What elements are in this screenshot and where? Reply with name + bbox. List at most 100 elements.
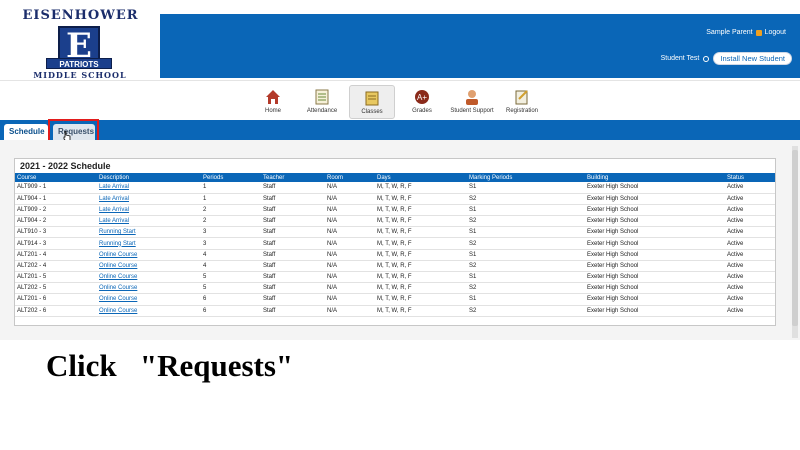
table-cell: S1 — [467, 293, 585, 306]
table-cell: Exeter High School — [585, 305, 725, 317]
course-description-link[interactable]: Online Course — [99, 252, 137, 258]
course-description-link[interactable]: Late Arrival — [99, 207, 129, 213]
nav-label: Grades — [412, 108, 432, 114]
table-cell: ALT909 - 1 — [15, 182, 97, 194]
table-row: ALT904 - 1 Late Arrival 1 Staff N/A M, T, W, … — [15, 193, 775, 205]
course-description-link[interactable]: Late Arrival — [99, 184, 129, 190]
table-cell: Active — [725, 226, 775, 239]
table-cell: S1 — [467, 271, 585, 284]
instruction-caption: Click "Requests" — [46, 348, 294, 383]
classes-icon — [365, 91, 379, 106]
table-cell: Exeter High School — [585, 182, 725, 194]
course-description-link[interactable]: Online Course — [99, 296, 137, 302]
table-cell: Active — [725, 193, 775, 205]
table-cell: M, T, W, R, F — [375, 182, 467, 194]
logout-icon[interactable] — [755, 29, 762, 36]
registration-icon — [515, 90, 528, 105]
table-cell: M, T, W, R, F — [375, 305, 467, 317]
nav-item-grades[interactable]: A+ Grades — [399, 85, 445, 119]
course-description-link[interactable]: Online Course — [99, 274, 137, 280]
table-cell: M, T, W, R, F — [375, 260, 467, 273]
course-description-link[interactable]: Online Course — [99, 308, 137, 314]
nav-item-student-support[interactable]: Student Support — [449, 85, 495, 119]
table-cell: M, T, W, R, F — [375, 237, 467, 250]
table-cell: N/A — [325, 237, 375, 250]
table-cell: Exeter High School — [585, 249, 725, 261]
column-header[interactable]: Periods — [201, 173, 261, 182]
course-description-link[interactable]: Late Arrival — [99, 196, 129, 202]
table-cell: N/A — [325, 182, 375, 194]
course-description-link[interactable]: Online Course — [99, 263, 137, 269]
table-cell: 1 — [201, 182, 261, 194]
user-name[interactable]: Sample Parent — [706, 29, 752, 36]
table-row: ALT201 - 6 Online Course 6 Staff N/A M, T, W,… — [15, 293, 775, 306]
column-header[interactable]: Teacher — [261, 173, 325, 182]
table-cell: N/A — [325, 305, 375, 317]
table-cell: Exeter High School — [585, 215, 725, 228]
table-cell: ALT904 - 1 — [15, 193, 97, 205]
header: EISENHOWER E PATRIOTS MIDDLE SCHOOL Samp… — [0, 0, 800, 80]
column-header[interactable]: Description — [97, 173, 201, 182]
table-cell: Active — [725, 215, 775, 228]
student-support-icon — [466, 90, 478, 105]
logout-link[interactable]: Logout — [765, 29, 786, 36]
table-cell: Active — [725, 271, 775, 284]
table-cell: ALT201 - 6 — [15, 293, 97, 306]
student-name[interactable]: Student Test — [661, 55, 700, 62]
attendance-icon — [315, 89, 329, 105]
table-cell: Online Course — [97, 282, 201, 295]
nav-label: Student Support — [450, 108, 494, 114]
table-cell: Staff — [261, 293, 325, 306]
nav-item-attendance[interactable]: Attendance — [299, 85, 345, 119]
table-cell: Staff — [261, 226, 325, 239]
table-cell: 1 — [201, 193, 261, 205]
column-header[interactable]: Marking Periods — [467, 173, 585, 182]
nav-item-classes[interactable]: Classes — [349, 85, 395, 119]
table-cell: Exeter High School — [585, 237, 725, 250]
course-description-link[interactable]: Running Start — [99, 241, 136, 247]
grades-icon: A+ — [415, 90, 429, 104]
table-cell: Online Course — [97, 271, 201, 284]
table-cell: S1 — [467, 249, 585, 261]
table-cell: 4 — [201, 249, 261, 261]
table-cell: S1 — [467, 204, 585, 217]
table-cell: S2 — [467, 193, 585, 205]
table-cell: M, T, W, R, F — [375, 282, 467, 295]
table-row: ALT202 - 5 Online Course 5 Staff N/A M, T, W,… — [15, 282, 775, 295]
school-logo[interactable]: EISENHOWER E PATRIOTS MIDDLE SCHOOL — [0, 0, 160, 80]
table-cell: Staff — [261, 182, 325, 194]
course-description-link[interactable]: Running Start — [99, 229, 136, 235]
course-description-link[interactable]: Online Course — [99, 285, 137, 291]
column-header[interactable]: Building — [585, 173, 725, 182]
table-row: ALT904 - 2 Late Arrival 2 Staff N/A M, T, W, … — [15, 215, 775, 228]
table-cell: Staff — [261, 204, 325, 217]
nav-label: Classes — [361, 109, 383, 115]
header-band: Sample Parent Logout Student Test Instal… — [160, 14, 800, 78]
scrollbar-thumb[interactable] — [792, 150, 798, 326]
gear-icon[interactable] — [703, 55, 710, 62]
course-description-link[interactable]: Late Arrival — [99, 218, 129, 224]
user-menu: Sample Parent Logout — [706, 29, 786, 36]
schedule-panel: 2021 - 2022 Schedule Course Description … — [14, 158, 776, 326]
column-header[interactable]: Status — [725, 173, 775, 182]
table-cell: Exeter High School — [585, 271, 725, 284]
table-cell: ALT914 - 3 — [15, 237, 97, 250]
table-cell: 6 — [201, 293, 261, 306]
install-new-student-button[interactable]: Install New Student — [713, 52, 792, 65]
table-cell: Staff — [261, 249, 325, 261]
column-header[interactable]: Room — [325, 173, 375, 182]
nav-item-registration[interactable]: Registration — [499, 85, 545, 119]
column-header[interactable]: Course — [15, 173, 97, 182]
table-cell: ALT202 - 4 — [15, 260, 97, 273]
nav-item-home[interactable]: Home — [250, 85, 296, 119]
tab-schedule[interactable]: Schedule — [4, 124, 48, 140]
table-cell: Exeter High School — [585, 260, 725, 273]
table-cell: ALT201 - 5 — [15, 271, 97, 284]
tab-requests[interactable]: Requests — [53, 124, 95, 140]
table-cell: Staff — [261, 193, 325, 205]
table-cell: S1 — [467, 226, 585, 239]
table-cell: N/A — [325, 226, 375, 239]
column-header[interactable]: Days — [375, 173, 467, 182]
table-cell: Late Arrival — [97, 182, 201, 194]
schedule-title: 2021 - 2022 Schedule — [20, 161, 111, 171]
